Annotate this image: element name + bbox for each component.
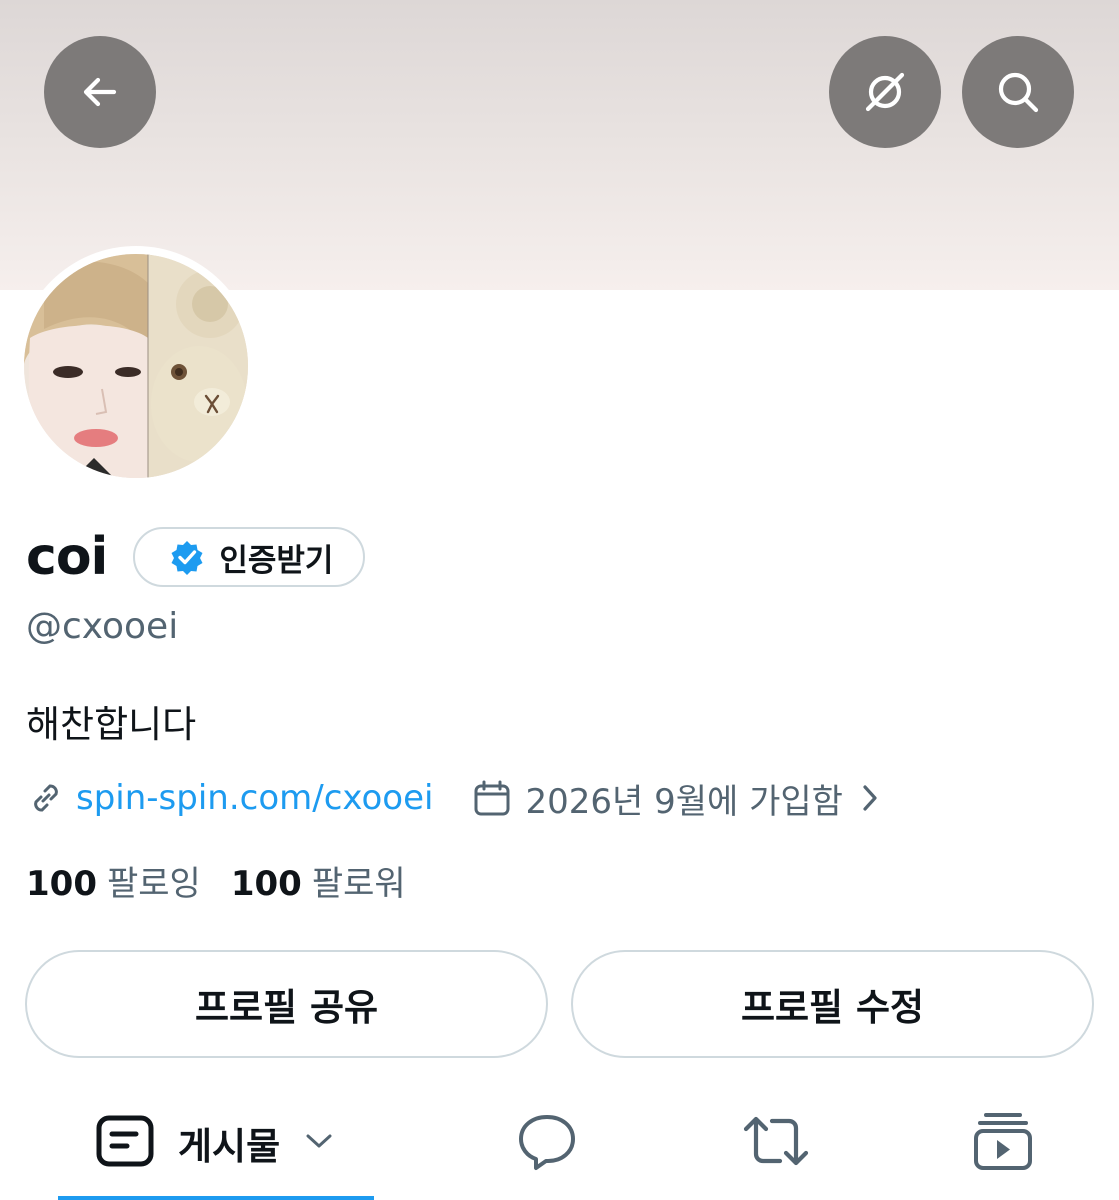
tab-media[interactable] [973, 1108, 1033, 1178]
get-verified-button[interactable]: 인증받기 [133, 527, 366, 587]
link-icon [26, 778, 66, 818]
get-verified-label: 인증받기 [219, 542, 334, 579]
followers-link[interactable]: 100 팔로워 [231, 856, 406, 905]
share-profile-button[interactable]: 프로필 공유 [25, 950, 548, 1058]
media-icon [973, 1110, 1033, 1176]
follow-stats: 100 팔로잉 100 팔로워 [26, 856, 406, 905]
back-button[interactable] [44, 36, 156, 148]
followers-label: 팔로워 [311, 864, 406, 904]
repost-icon [742, 1112, 810, 1174]
website-link[interactable]: spin-spin.com/cxooei [26, 778, 433, 818]
calendar-icon [473, 779, 511, 817]
join-date[interactable]: 2026년 9월에 가입함 [473, 774, 878, 823]
profile-bio: 해찬합니다 [26, 703, 197, 746]
posts-icon [96, 1115, 154, 1171]
followers-count: 100 [230, 864, 302, 904]
following-label: 팔로잉 [106, 864, 201, 904]
search-icon [993, 67, 1043, 117]
profile-banner [0, 0, 1119, 290]
reply-icon [516, 1111, 578, 1175]
active-tab-indicator [58, 1196, 374, 1200]
display-name: coi [26, 527, 108, 587]
user-handle: @cxooei [26, 606, 179, 647]
website-url: spin-spin.com/cxooei [76, 778, 434, 818]
chevron-down-icon [304, 1131, 334, 1155]
grok-icon [860, 67, 910, 117]
tab-replies[interactable] [516, 1108, 578, 1178]
grok-button[interactable] [829, 36, 941, 148]
search-button[interactable] [962, 36, 1074, 148]
edit-profile-button[interactable]: 프로필 수정 [571, 950, 1094, 1058]
following-count: 100 [26, 864, 97, 904]
tab-reposts[interactable] [742, 1108, 810, 1178]
avatar[interactable] [24, 254, 248, 478]
profile-meta: spin-spin.com/cxooei 2026년 9월에 가입함 [26, 772, 879, 824]
chevron-right-icon [861, 783, 879, 813]
join-date-text: 2026년 9월에 가입함 [525, 781, 843, 822]
verified-badge-icon [169, 539, 205, 575]
following-link[interactable]: 100 팔로잉 [26, 856, 201, 905]
tab-posts-label: 게시물 [178, 1125, 281, 1168]
arrow-left-icon [78, 70, 122, 114]
tab-posts[interactable]: 게시물 [96, 1108, 334, 1178]
name-row: coi 인증받기 [26, 522, 366, 592]
